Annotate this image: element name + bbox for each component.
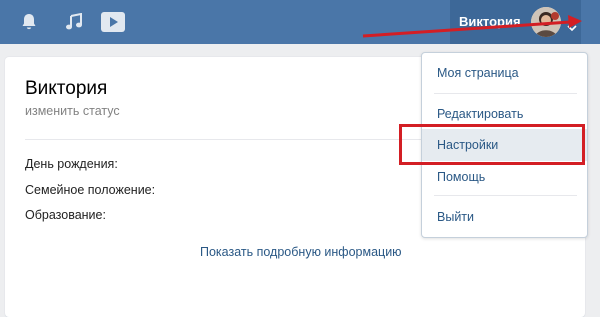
menu-item-help[interactable]: Помощь [422, 161, 587, 193]
divider [25, 139, 425, 140]
birthday-label: День рождения: [25, 157, 118, 171]
chevron-down-icon[interactable] [567, 19, 577, 37]
menu-divider [434, 195, 577, 196]
menu-divider [434, 93, 577, 94]
music-note-icon[interactable] [60, 0, 88, 44]
user-menu-toggle[interactable]: Виктория [450, 0, 581, 44]
menu-item-logout[interactable]: Выйти [422, 201, 587, 233]
show-details-link[interactable]: Показать подробную информацию [200, 245, 402, 259]
menu-item-my-page[interactable]: Моя страница [422, 57, 587, 89]
avatar[interactable] [531, 7, 561, 37]
education-label: Образование: [25, 208, 106, 222]
top-navigation-bar: Виктория [0, 0, 600, 44]
bell-icon[interactable] [14, 0, 44, 44]
video-play-icon[interactable] [98, 0, 128, 44]
status-link[interactable]: изменить статус [25, 104, 120, 118]
settings-highlight-box [399, 124, 585, 165]
profile-name: Виктория [25, 78, 108, 99]
relationship-label: Семейное положение: [25, 183, 156, 197]
user-name: Виктория [459, 14, 521, 29]
